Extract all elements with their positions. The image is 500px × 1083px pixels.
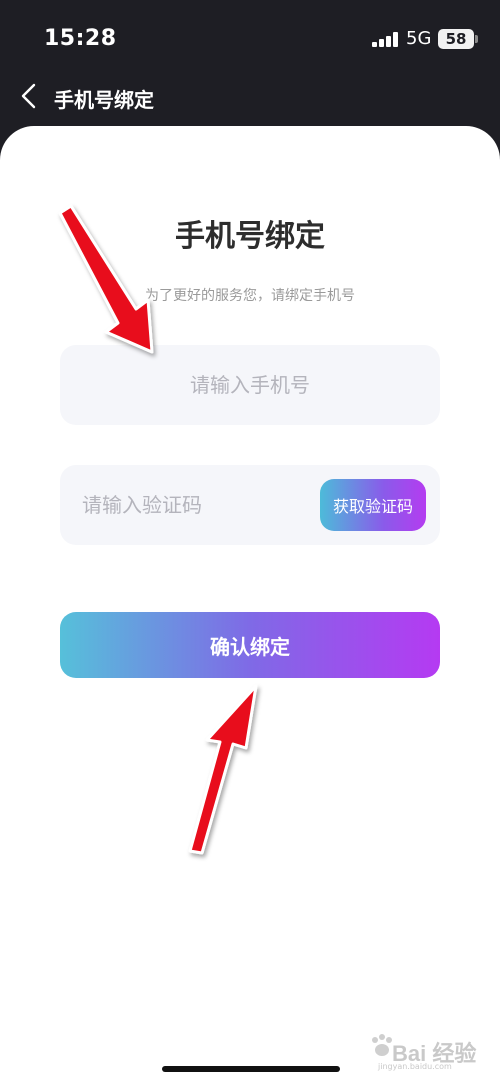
cellular-signal-icon — [372, 31, 400, 47]
phone-field — [60, 345, 440, 425]
verification-code-input[interactable] — [60, 465, 310, 545]
paw-icon — [372, 1034, 392, 1056]
page-title: 手机号绑定 — [175, 219, 325, 254]
phone-input[interactable] — [60, 345, 440, 425]
home-indicator[interactable] — [162, 1066, 340, 1072]
network-type: 5G — [406, 28, 432, 49]
nav-bar: 手机号绑定 — [0, 76, 500, 120]
status-time: 15:28 — [44, 26, 117, 51]
get-code-button[interactable]: 获取验证码 — [320, 479, 426, 531]
chevron-left-icon[interactable] — [16, 82, 46, 112]
page-subtitle: 为了更好的服务您，请绑定手机号 — [145, 288, 355, 304]
verification-code-field: 获取验证码 — [60, 465, 440, 545]
watermark-logo: Bai 经验 jingyan.baidu.com — [370, 1030, 490, 1078]
nav-title: 手机号绑定 — [54, 88, 154, 112]
confirm-bind-button[interactable]: 确认绑定 — [60, 612, 440, 678]
battery-icon: 58 — [438, 29, 478, 49]
status-bar: 15:28 5G 58 — [0, 0, 500, 80]
content-sheet — [0, 126, 500, 1083]
